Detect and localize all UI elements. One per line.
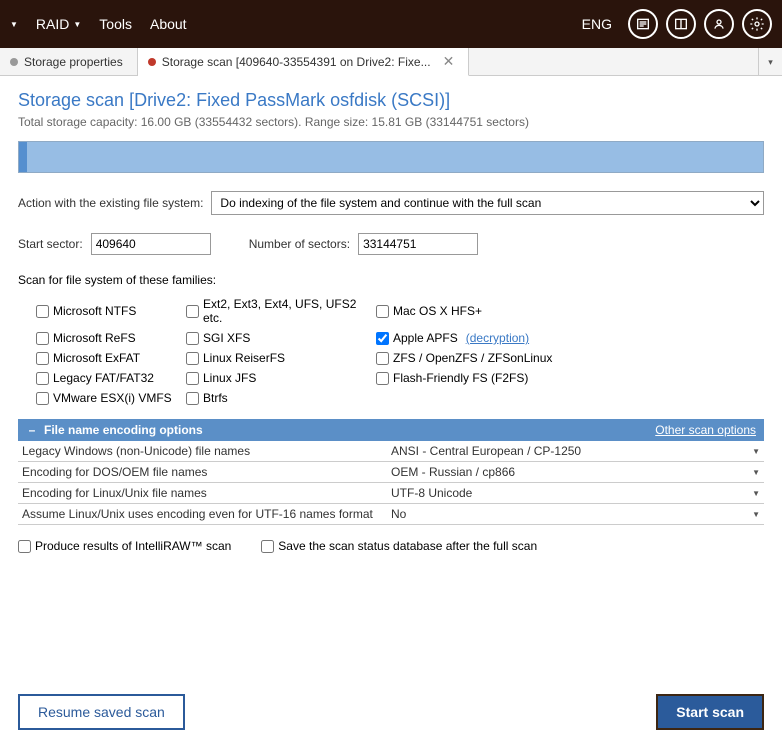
tab-overflow-button[interactable]: ▾ bbox=[758, 48, 782, 76]
language-selector[interactable]: ENG bbox=[582, 16, 612, 32]
caret-down-icon: ▼ bbox=[73, 20, 81, 29]
fs-xfs-checkbox[interactable]: SGI XFS bbox=[186, 331, 376, 345]
decryption-link[interactable]: (decryption) bbox=[466, 331, 529, 345]
start-scan-button[interactable]: Start scan bbox=[656, 694, 764, 730]
fs-btrfs-checkbox[interactable]: Btrfs bbox=[186, 391, 376, 405]
encoding-section-header: – File name encoding options Other scan … bbox=[18, 419, 764, 441]
encoding-section-title: File name encoding options bbox=[44, 423, 203, 437]
menu-tools[interactable]: Tools bbox=[99, 16, 132, 32]
tab-storage-scan[interactable]: Storage scan [409640-33554391 on Drive2:… bbox=[138, 48, 470, 76]
close-tab-icon[interactable]: ✕ bbox=[443, 53, 455, 70]
fs-apfs-checkbox[interactable]: Apple APFS(decryption) bbox=[376, 331, 576, 345]
fs-fat-checkbox[interactable]: Legacy FAT/FAT32 bbox=[36, 371, 186, 385]
start-sector-label: Start sector: bbox=[18, 237, 83, 251]
tab-indicator-icon bbox=[148, 58, 156, 66]
fs-zfs-checkbox[interactable]: ZFS / OpenZFS / ZFSonLinux bbox=[376, 351, 576, 365]
main-menubar: ▼ RAID ▼ Tools About ENG bbox=[0, 0, 782, 48]
encoding-label: Assume Linux/Unix uses encoding even for… bbox=[22, 507, 391, 521]
caret-down-icon: ▼ bbox=[752, 489, 760, 498]
user-icon[interactable] bbox=[704, 9, 734, 39]
action-label: Action with the existing file system: bbox=[18, 196, 203, 210]
start-sector-input[interactable] bbox=[91, 233, 211, 255]
caret-down-icon: ▼ bbox=[752, 510, 760, 519]
action-select[interactable]: Do indexing of the file system and conti… bbox=[211, 191, 764, 215]
encoding-row[interactable]: Encoding for Linux/Unix file names UTF-8… bbox=[18, 483, 764, 504]
encoding-label: Encoding for DOS/OEM file names bbox=[22, 465, 391, 479]
menu-about[interactable]: About bbox=[150, 16, 187, 32]
fs-hfs-checkbox[interactable]: Mac OS X HFS+ bbox=[376, 297, 576, 325]
resume-scan-button[interactable]: Resume saved scan bbox=[18, 694, 185, 730]
caret-down-icon: ▼ bbox=[752, 468, 760, 477]
tab-label: Storage properties bbox=[24, 55, 123, 69]
collapse-icon[interactable]: – bbox=[26, 423, 38, 437]
num-sectors-label: Number of sectors: bbox=[249, 237, 350, 251]
fs-families-heading: Scan for file system of these families: bbox=[18, 273, 764, 287]
chevron-down-icon: ▾ bbox=[768, 57, 773, 68]
fs-reiserfs-checkbox[interactable]: Linux ReiserFS bbox=[186, 351, 376, 365]
page-title: Storage scan [Drive2: Fixed PassMark osf… bbox=[18, 90, 764, 111]
fs-refs-checkbox[interactable]: Microsoft ReFS bbox=[36, 331, 186, 345]
scan-range-bar[interactable] bbox=[18, 141, 764, 173]
num-sectors-input[interactable] bbox=[358, 233, 478, 255]
encoding-row[interactable]: Encoding for DOS/OEM file names OEM - Ru… bbox=[18, 462, 764, 483]
encoding-row[interactable]: Legacy Windows (non-Unicode) file names … bbox=[18, 441, 764, 462]
fs-ntfs-checkbox[interactable]: Microsoft NTFS bbox=[36, 297, 186, 325]
fs-vmfs-checkbox[interactable]: VMware ESX(i) VMFS bbox=[36, 391, 186, 405]
encoding-label: Legacy Windows (non-Unicode) file names bbox=[22, 444, 391, 458]
storage-info: Total storage capacity: 16.00 GB (335544… bbox=[18, 115, 764, 129]
menu-arrow-left[interactable]: ▼ bbox=[10, 20, 18, 29]
save-scan-db-checkbox[interactable]: Save the scan status database after the … bbox=[261, 539, 537, 553]
encoding-label: Encoding for Linux/Unix file names bbox=[22, 486, 391, 500]
fs-f2fs-checkbox[interactable]: Flash-Friendly FS (F2FS) bbox=[376, 371, 576, 385]
menu-raid[interactable]: RAID ▼ bbox=[36, 16, 81, 32]
intelliraw-checkbox[interactable]: Produce results of IntelliRAW™ scan bbox=[18, 539, 231, 553]
tab-label: Storage scan [409640-33554391 on Drive2:… bbox=[162, 55, 431, 69]
tab-indicator-icon bbox=[10, 58, 18, 66]
tab-bar: Storage properties Storage scan [409640-… bbox=[0, 48, 782, 76]
sidebar-icon[interactable] bbox=[666, 9, 696, 39]
caret-down-icon: ▼ bbox=[10, 20, 18, 29]
gear-icon[interactable] bbox=[742, 9, 772, 39]
log-icon[interactable] bbox=[628, 9, 658, 39]
tab-storage-properties[interactable]: Storage properties bbox=[0, 48, 138, 75]
encoding-row[interactable]: Assume Linux/Unix uses encoding even for… bbox=[18, 504, 764, 525]
encoding-value: ANSI - Central European / CP-1250 bbox=[391, 444, 581, 458]
fs-ext-checkbox[interactable]: Ext2, Ext3, Ext4, UFS, UFS2 etc. bbox=[186, 297, 376, 325]
encoding-value: OEM - Russian / cp866 bbox=[391, 465, 515, 479]
other-scan-options-link[interactable]: Other scan options bbox=[655, 423, 756, 437]
fs-jfs-checkbox[interactable]: Linux JFS bbox=[186, 371, 376, 385]
fs-exfat-checkbox[interactable]: Microsoft ExFAT bbox=[36, 351, 186, 365]
caret-down-icon: ▼ bbox=[752, 447, 760, 456]
scan-range-fill bbox=[19, 142, 27, 172]
encoding-value: No bbox=[391, 507, 406, 521]
encoding-value: UTF-8 Unicode bbox=[391, 486, 472, 500]
